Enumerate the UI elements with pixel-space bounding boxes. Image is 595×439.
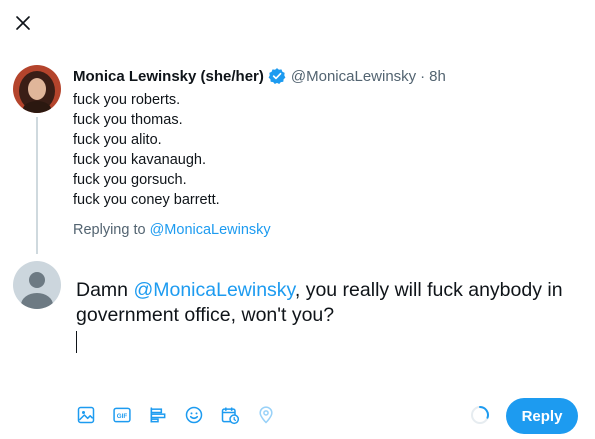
tweet-line: fuck you roberts. [73,92,181,108]
tweet-line: fuck you gorsuch. [73,172,187,188]
gif-icon: GIF [113,407,131,423]
thread-line [36,117,38,254]
location-button[interactable] [253,402,279,428]
tweet-line: fuck you alito. [73,132,162,148]
media-button[interactable] [73,402,99,428]
tweet-timestamp[interactable]: 8h [429,68,446,85]
tweet-header: Monica Lewinsky (she/her) @MonicaLewinsk… [73,66,446,86]
character-count-progress-icon [471,406,489,424]
tweet-line: fuck you coney barrett. [73,192,220,208]
tweet-text: fuck you roberts. fuck you thomas. fuck … [73,90,553,210]
separator-dot: · [420,67,426,85]
reply-button[interactable]: Reply [506,398,578,434]
tweet-line: fuck you thomas. [73,112,183,128]
compose-mention[interactable]: @MonicaLewinsky [133,279,294,301]
author-avatar[interactable] [13,65,61,113]
emoji-icon [185,406,203,424]
poll-button[interactable] [145,402,171,428]
author-handle[interactable]: @MonicaLewinsky [291,68,416,85]
verified-badge-icon [268,67,286,85]
reply-modal: Monica Lewinsky (she/her) @MonicaLewinsk… [0,0,595,439]
location-icon [259,406,273,424]
replying-to: Replying to @MonicaLewinsky [73,222,271,238]
gif-icon-label: GIF [117,413,128,420]
replying-to-handle[interactable]: @MonicaLewinsky [150,222,271,238]
gif-button[interactable]: GIF [109,402,135,428]
poll-icon [150,407,166,423]
schedule-icon [221,407,240,425]
tweet-line: fuck you kavanaugh. [73,152,207,168]
compose-toolbar: GIF [73,402,289,428]
media-icon [77,406,95,424]
reply-textarea[interactable]: Damn @MonicaLewinsky, you really will fu… [76,278,581,328]
schedule-button[interactable] [217,402,243,428]
close-button[interactable] [9,9,37,37]
user-avatar[interactable] [13,261,61,309]
close-icon [16,16,30,30]
emoji-button[interactable] [181,402,207,428]
author-display-name[interactable]: Monica Lewinsky (she/her) [73,68,264,85]
text-cursor [76,331,77,353]
compose-text-start: Damn [76,279,134,301]
replying-to-label: Replying to [73,222,146,238]
